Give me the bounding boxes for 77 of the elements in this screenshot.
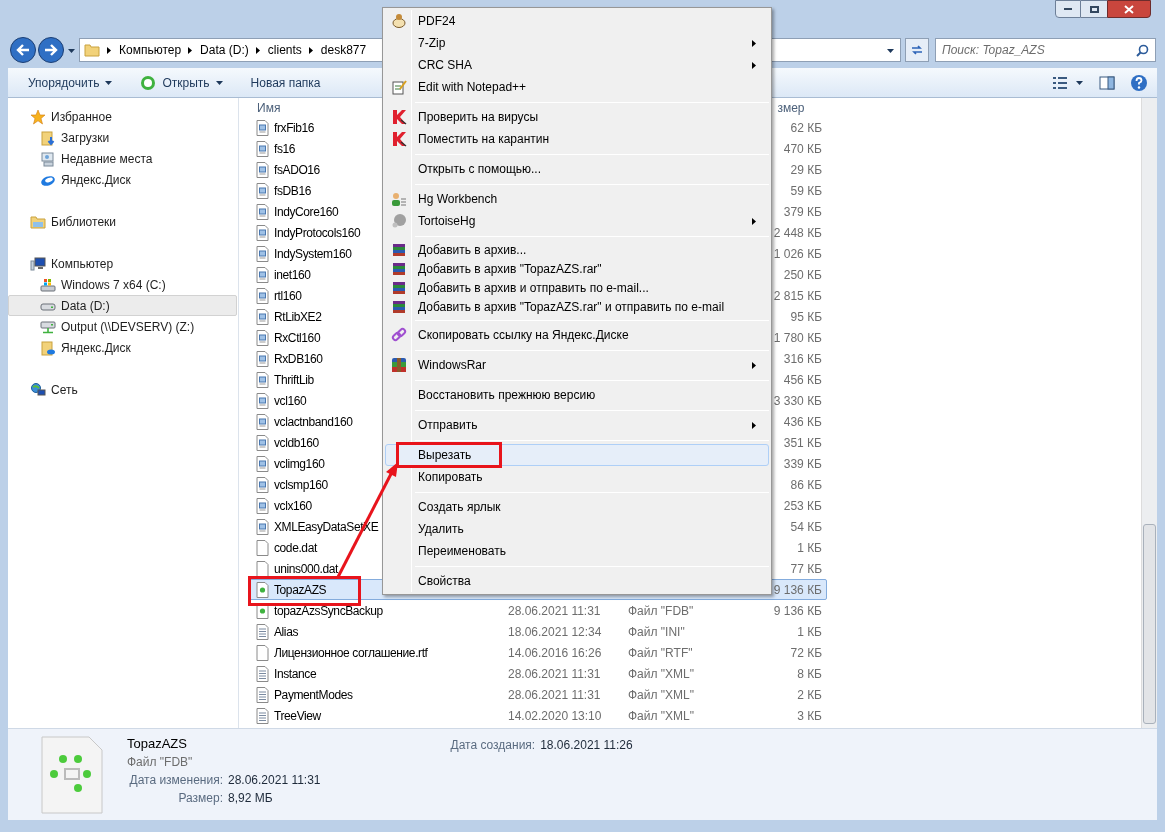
field-label: Дата изменения: [128,772,223,789]
file-name: fsADO16 [274,161,320,179]
size-cell-text: 250 КБ [783,266,823,284]
file-name: unins000.dat [274,560,338,578]
size-cell-text: 456 КБ [783,371,823,389]
file-name: ThriftLib [274,371,314,389]
type-cell-text: Файл "RTF" [628,644,694,662]
file-name: vcldb160 [274,434,319,452]
size-cell-text: 1 026 КБ [773,245,823,263]
file-name: PaymentModes [274,686,353,704]
size-cell-text: 86 КБ [790,476,823,494]
size-cell-text: 316 КБ [783,350,823,368]
file-name: Alias [274,623,298,641]
field-value: 18.06.2021 11:26 [540,737,633,754]
file-name: code.dat [274,539,317,557]
size-cell-text: 2 815 КБ [773,287,823,305]
date-cell-text: 14.06.2016 16:26 [508,644,603,662]
field-label: Размер: [177,790,223,807]
file-name: Лицензионное соглашение.rtf [274,644,428,662]
field-value: 28.06.2021 11:31 [228,772,321,789]
size-cell-text: 3 330 КБ [773,392,823,410]
type-cell-text: Файл "XML" [628,665,696,683]
type-cell-text: Файл "FDB" [628,602,695,620]
size-cell-text: 59 КБ [790,182,823,200]
file-name: inet160 [274,266,311,284]
type-cell-text: Файл "INI" [628,623,686,641]
file-name: rtl160 [274,287,302,305]
size-cell-text: 77 КБ [790,560,823,578]
file-name: vclactnband160 [274,413,353,431]
size-cell-text: 339 КБ [783,455,823,473]
file-type: Файл "FDB" [127,754,194,771]
size-cell-text: 253 КБ [783,497,823,515]
size-cell-text: 95 КБ [790,308,823,326]
size-cell-text: 72 КБ [790,644,823,662]
file-name: topazAzsSyncBackup [274,602,383,620]
size-cell-text: 436 КБ [783,413,823,431]
size-cell-text: 379 КБ [783,203,823,221]
size-cell-text: 8 КБ [797,665,823,683]
file-name: RxCtl160 [274,329,321,347]
type-cell-text: Файл "XML" [628,686,696,704]
file-name: IndySystem160 [274,245,352,263]
file-name: TreeView [274,707,321,725]
file-name: vclx160 [274,497,312,515]
size-cell-text: 3 КБ [797,707,823,725]
file-name: frxFib16 [274,119,315,137]
size-cell-text: 1 КБ [797,623,823,641]
size-cell-text: 470 КБ [783,140,823,158]
file-name: vcl160 [274,392,307,410]
date-cell-text: 28.06.2021 11:31 [508,602,602,620]
file-name: vclimg160 [274,455,325,473]
file-name: IndyCore160 [274,203,339,221]
date-cell-text: 28.06.2021 11:31 [508,665,602,683]
file-name: TopazAZS [274,581,327,599]
field-label: Дата создания: [450,737,536,754]
field-value: 8,92 МБ [228,790,273,807]
file-name: fs16 [274,140,296,158]
file-name: fsDB16 [274,182,311,200]
date-cell-text: 14.02.2020 13:10 [508,707,603,725]
file-name: RtLibXE2 [274,308,322,326]
file-title: TopazAZS [127,735,188,753]
file-name: Instance [274,665,317,683]
size-cell-text: 9 136 КБ [773,581,823,599]
size-cell-text: 29 КБ [790,161,823,179]
size-cell-text: 351 КБ [783,434,823,452]
size-cell-text: 9 136 КБ [773,602,823,620]
date-cell-text: 28.06.2021 11:31 [508,686,602,704]
size-cell-text: 54 КБ [790,518,823,536]
file-name: RxDB160 [274,350,323,368]
file-name: IndyProtocols160 [274,224,361,242]
file-name: vclsmp160 [274,476,328,494]
size-cell-text: 2 448 КБ [773,224,823,242]
size-cell-text: 1 780 КБ [773,329,823,347]
type-cell-text: Файл "XML" [628,707,696,725]
size-cell-text: 2 КБ [797,686,823,704]
date-cell-text: 18.06.2021 12:34 [508,623,603,641]
size-cell-text: 1 КБ [797,539,823,557]
size-cell-text: 62 КБ [790,119,823,137]
